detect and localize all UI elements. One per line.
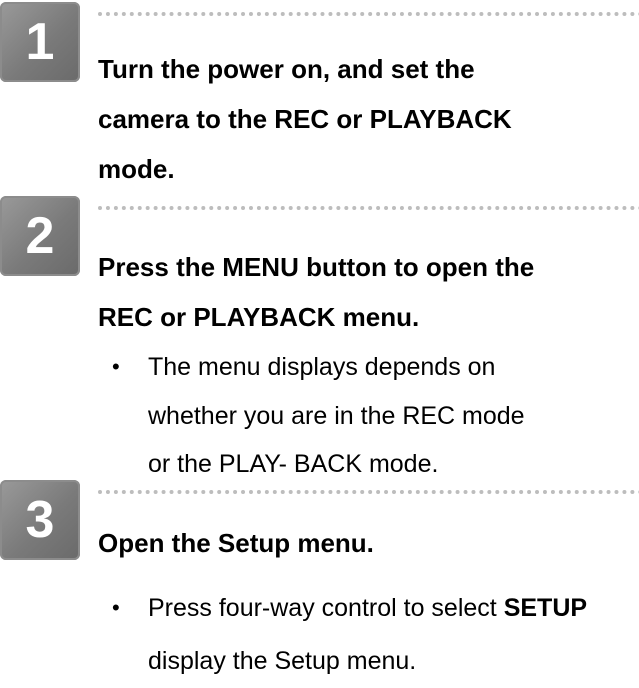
bullet-text: display the Setup menu. xyxy=(148,647,417,675)
bullet-dot: • xyxy=(112,354,120,379)
dotted-separator-3 xyxy=(98,490,639,494)
step-2-badge: 2 xyxy=(0,196,80,276)
bullet-text: The menu displays depends on xyxy=(148,353,496,381)
step-2-heading-line-2: REC or PLAYBACK menu. xyxy=(98,302,420,332)
bullet-text-prefix: Press four-way control to select xyxy=(148,594,504,622)
step-1-heading-line-3: mode. xyxy=(98,154,175,184)
step-3-badge: 3 xyxy=(0,480,80,560)
step-2-heading-line-1: Press the MENU button to open the xyxy=(98,252,535,282)
step-1-heading-line-2: camera to the REC or PLAYBACK xyxy=(98,104,512,134)
bullet-text: Press four-way control to select SETUP xyxy=(148,583,587,633)
bullet-text: whether you are in the REC mode xyxy=(148,402,525,430)
dotted-separator-1 xyxy=(98,12,639,16)
setup-keyword: SETUP xyxy=(503,594,588,622)
step-3-heading-line-1: Open the Setup menu. xyxy=(98,528,374,558)
manual-page: 1 Turn the power on, and set the camera … xyxy=(0,0,639,688)
bullet-text: or the PLAY- BACK mode. xyxy=(148,450,439,478)
step-1-heading-line-1: Turn the power on, and set the xyxy=(98,54,475,84)
step-1-badge: 1 xyxy=(0,2,80,82)
bullet-dot: • xyxy=(112,595,120,620)
dotted-separator-2 xyxy=(98,206,639,210)
